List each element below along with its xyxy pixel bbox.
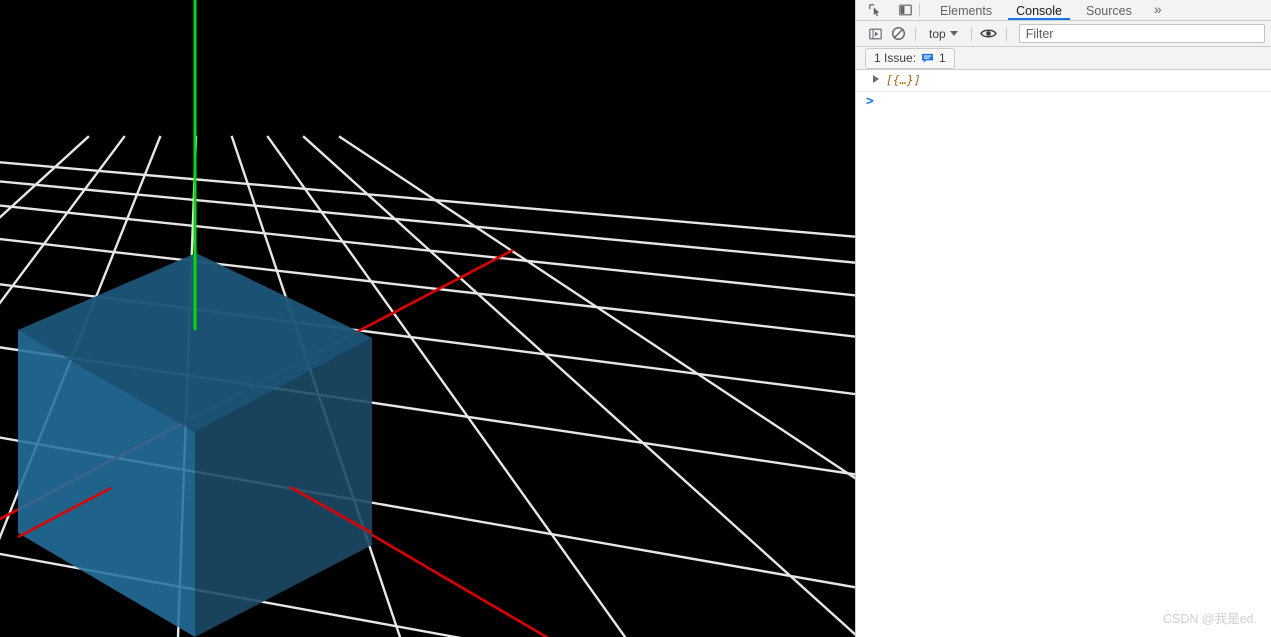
console-toolbar: top	[856, 21, 1271, 47]
console-object-preview[interactable]: [{…}]	[886, 73, 921, 88]
inspect-element-icon-svg	[868, 3, 882, 17]
console-toolbar-separator-3	[1006, 27, 1007, 41]
devtools-tabbar: Elements Console Sources »	[856, 0, 1271, 21]
tab-console[interactable]: Console	[1004, 0, 1074, 20]
tab-sources[interactable]: Sources	[1074, 0, 1144, 20]
csdn-watermark: CSDN @我是ed.	[1163, 608, 1257, 627]
console-prompt-row[interactable]: >	[856, 92, 1271, 113]
three-js-canvas[interactable]	[0, 0, 855, 637]
console-message-row[interactable]: [{…}]	[856, 70, 1271, 92]
issues-chip-button[interactable]: 1 Issue: 1	[865, 48, 955, 69]
console-prompt-input[interactable]	[880, 95, 1271, 109]
console-toolbar-separator-1	[915, 27, 916, 41]
app-root: Elements Console Sources »	[0, 0, 1271, 637]
more-tabs-button[interactable]: »	[1144, 0, 1172, 20]
live-expression-eye-icon[interactable]	[979, 25, 999, 43]
issues-count-label: 1 Issue:	[874, 51, 916, 65]
execution-context-selector[interactable]: top	[923, 24, 964, 44]
chevron-down-icon	[950, 31, 958, 36]
console-filter-input[interactable]	[1019, 24, 1265, 43]
expand-object-triangle-icon[interactable]	[870, 75, 882, 83]
tabbar-separator	[919, 3, 920, 17]
clear-console-icon-svg	[891, 26, 906, 41]
console-toolbar-separator-2	[971, 27, 972, 41]
live-expression-eye-icon-svg	[980, 27, 997, 40]
console-sidebar-toggle[interactable]	[865, 25, 885, 43]
console-prompt-caret: >	[866, 95, 874, 109]
console-message-list[interactable]: [{…}] >	[856, 70, 1271, 637]
scene-svg	[0, 0, 855, 637]
issue-badge-icon-svg	[921, 53, 934, 64]
devtools-tabs: Elements Console Sources	[928, 0, 1144, 20]
issues-bar: 1 Issue: 1	[856, 47, 1271, 70]
triangle-right-icon	[873, 75, 879, 83]
inspect-element-icon[interactable]	[865, 1, 885, 19]
issue-badge-icon	[921, 53, 934, 64]
tab-elements[interactable]: Elements	[928, 0, 1004, 20]
clear-console-icon[interactable]	[888, 25, 908, 43]
device-toolbar-icon[interactable]	[895, 1, 915, 19]
device-toolbar-icon-svg	[898, 3, 913, 17]
execution-context-label: top	[929, 27, 946, 41]
issues-badge-count: 1	[939, 51, 946, 65]
devtools-tool-icons	[856, 0, 915, 20]
devtools-panel: Elements Console Sources »	[855, 0, 1271, 637]
console-sidebar-toggle-icon	[868, 27, 883, 41]
